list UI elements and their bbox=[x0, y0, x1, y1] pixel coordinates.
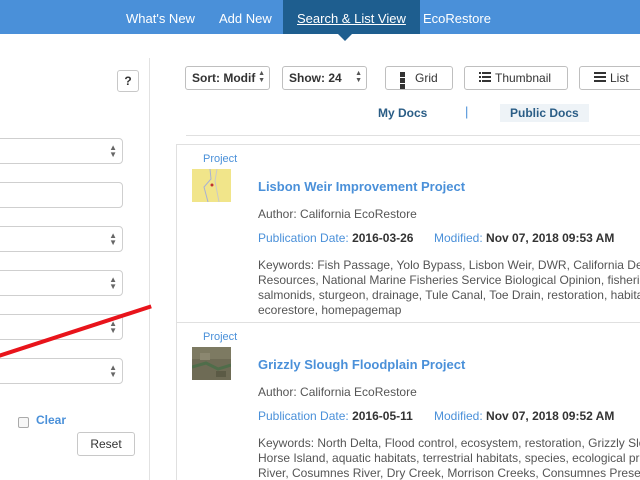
tab-search-list-view[interactable]: Search & List View bbox=[283, 0, 420, 34]
keywords-line: Horse Island, aquatic habitats, terrestr… bbox=[258, 451, 640, 465]
grid-view-button[interactable]: Grid bbox=[385, 66, 453, 90]
divider bbox=[186, 135, 640, 136]
updown-icon: ▲ ▼ bbox=[109, 231, 117, 247]
filter-panel: ? ▲ ▼ ▲ ▼ ▲ ▼ ▲ ▼ ▲ ▼ Clear Reset bbox=[0, 58, 150, 480]
show-select[interactable]: Show: 24 ▲ ▼ bbox=[282, 66, 367, 90]
modified-date: Modified: Nov 07, 2018 09:53 AM bbox=[434, 231, 614, 245]
modified-date-value: Nov 07, 2018 09:53 AM bbox=[486, 231, 615, 245]
updown-icon: ▲ ▼ bbox=[109, 363, 117, 379]
keywords-line: Keywords: Fish Passage, Yolo Bypass, Lis… bbox=[258, 258, 640, 272]
reset-button[interactable]: Reset bbox=[77, 432, 135, 456]
help-button[interactable]: ? bbox=[117, 70, 139, 92]
map-thumbnail[interactable] bbox=[192, 347, 231, 380]
filter-text-input[interactable] bbox=[0, 182, 123, 208]
result-card: Project Grizzly Slough Floodplain Projec… bbox=[177, 323, 640, 480]
clear-checkbox[interactable] bbox=[18, 417, 29, 428]
tab-add-new[interactable]: Add New bbox=[219, 0, 272, 34]
doc-type-label: Project bbox=[203, 153, 238, 165]
active-tab-pointer bbox=[338, 34, 352, 41]
updown-icon: ▲ ▼ bbox=[109, 275, 117, 291]
modified-date-label: Modified: bbox=[434, 231, 483, 245]
tab-public-docs[interactable]: Public Docs bbox=[500, 104, 589, 122]
filter-select-1[interactable]: ▲ ▼ bbox=[0, 138, 123, 164]
keywords-line: Resources, National Marine Fisheries Ser… bbox=[258, 273, 640, 287]
modified-date-value: Nov 07, 2018 09:52 AM bbox=[486, 409, 615, 423]
top-nav: What's New Add New Search & List View Ec… bbox=[0, 0, 640, 34]
sort-select[interactable]: Sort: Modif ▲ ▼ bbox=[185, 66, 270, 90]
publication-date-value: 2016-05-11 bbox=[352, 409, 413, 423]
filter-select-2[interactable]: ▲ ▼ bbox=[0, 226, 123, 252]
publication-date: Publication Date: 2016-03-26 bbox=[258, 231, 413, 245]
results-list: Project Lisbon Weir Improvement Project … bbox=[176, 144, 640, 480]
updown-icon: ▲ ▼ bbox=[109, 319, 117, 335]
result-title-link[interactable]: Lisbon Weir Improvement Project bbox=[258, 179, 465, 194]
publication-date-label: Publication Date: bbox=[258, 231, 349, 245]
thumbnail-list-icon bbox=[479, 72, 491, 82]
filter-select-5[interactable]: ▲ ▼ bbox=[0, 358, 123, 384]
result-title-link[interactable]: Grizzly Slough Floodplain Project bbox=[258, 357, 465, 372]
keywords-line: River, Cosumnes River, Dry Creek, Morris… bbox=[258, 466, 640, 480]
tab-whats-new[interactable]: What's New bbox=[126, 0, 195, 34]
doc-tab-separator: | bbox=[465, 104, 469, 119]
clear-link[interactable]: Clear bbox=[36, 413, 66, 427]
grid-icon bbox=[400, 72, 411, 89]
show-label: Show: 24 bbox=[289, 71, 342, 85]
sort-label: Sort: Modif bbox=[192, 71, 256, 85]
modified-date: Modified: Nov 07, 2018 09:52 AM bbox=[434, 409, 614, 423]
show-updown-icon: ▲ ▼ bbox=[355, 70, 362, 84]
list-label: List bbox=[610, 71, 629, 85]
publication-date-label: Publication Date: bbox=[258, 409, 349, 423]
keywords-line: Keywords: North Delta, Flood control, ec… bbox=[258, 436, 640, 450]
keywords-line: ecorestore, homepagemap bbox=[258, 303, 402, 317]
keywords-line: salmonids, sturgeon, drainage, Tule Cana… bbox=[258, 288, 640, 302]
filter-select-3[interactable]: ▲ ▼ bbox=[0, 270, 123, 296]
thumbnail-view-button[interactable]: Thumbnail bbox=[464, 66, 568, 90]
tab-ecorestore[interactable]: EcoRestore bbox=[423, 0, 491, 34]
thumbnail-label: Thumbnail bbox=[495, 71, 552, 85]
publication-date-value: 2016-03-26 bbox=[352, 231, 414, 245]
list-view-button[interactable]: List bbox=[579, 66, 640, 90]
doc-type-label: Project bbox=[203, 331, 238, 343]
result-keywords: Keywords: Fish Passage, Yolo Bypass, Lis… bbox=[258, 258, 640, 318]
result-keywords: Keywords: North Delta, Flood control, ec… bbox=[258, 436, 640, 480]
updown-icon: ▲ ▼ bbox=[109, 143, 117, 159]
grid-label: Grid bbox=[415, 71, 438, 85]
modified-date-label: Modified: bbox=[434, 409, 483, 423]
sort-updown-icon: ▲ ▼ bbox=[258, 70, 265, 84]
list-icon bbox=[594, 72, 606, 82]
publication-date: Publication Date: 2016-05-11 bbox=[258, 409, 413, 423]
tab-my-docs[interactable]: My Docs bbox=[378, 106, 427, 120]
result-card: Project Lisbon Weir Improvement Project … bbox=[177, 145, 640, 323]
result-author: Author: California EcoRestore bbox=[258, 385, 417, 399]
map-thumbnail[interactable] bbox=[192, 169, 231, 202]
result-author: Author: California EcoRestore bbox=[258, 207, 417, 221]
